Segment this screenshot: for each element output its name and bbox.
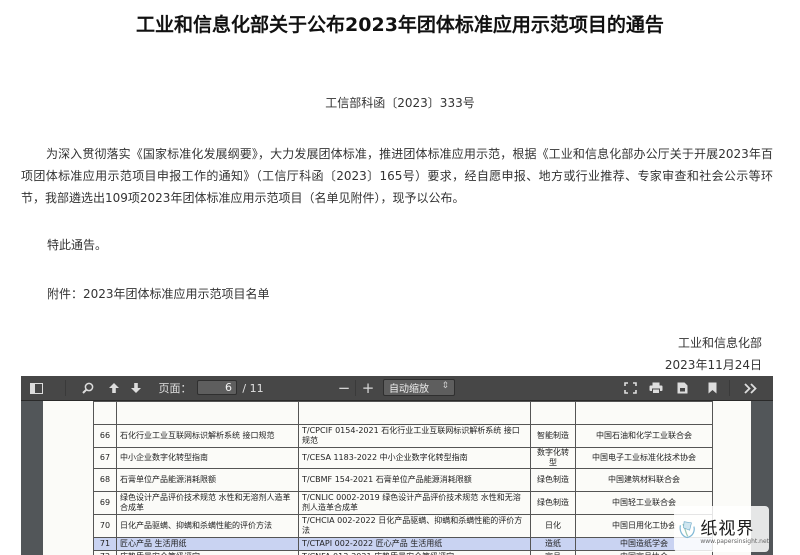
sidebar-toggle-button[interactable] <box>23 376 49 400</box>
article-title: 工业和信息化部关于公布2023年团体标准应用示范项目的通告 <box>136 14 664 36</box>
search-icon <box>82 382 94 394</box>
table-row: 71 匠心产品 生活用纸 T/CTAPI 002-2022 匠心产品 生活用纸 造纸中… <box>93 537 713 551</box>
table-row: 72床垫质量安全等级评定T/CNFA 013-2021 床垫质量安全等级评定家具… <box>93 550 713 555</box>
document-number: 工信部科函〔2023〕333号 <box>325 96 475 110</box>
notice-text: 特此通告。 <box>47 238 108 252</box>
next-page-icon <box>131 383 141 393</box>
table-cell-cat: 数字化转型 <box>530 447 576 469</box>
table-row: 67 中小企业数字化转型指南 T/CESA 1183-2022 中小企业数字化转型指… <box>93 447 713 469</box>
table-cell-no: 66 <box>93 424 117 448</box>
table-row: 70 日化产品驱螨、抑螨和杀螨性能的评价方法 T/CHCIA 002-2022 日化… <box>93 514 713 538</box>
table-cell-org: 中国电子工业标准化技术协会 <box>575 447 713 469</box>
table-cell-no: 67 <box>93 447 117 469</box>
table-row: 66 石化行业工业互联网标识解析系统 接口规范 T/CPCIF 0154-2021 … <box>93 424 713 448</box>
zoom-select[interactable]: 自动缩放 ⇕ <box>383 379 455 396</box>
presentation-mode-button[interactable] <box>619 376 641 400</box>
bookmark-button[interactable] <box>701 376 723 400</box>
watermark-logo: 纸视界 www.papersinsight.net <box>674 506 769 552</box>
save-button[interactable] <box>671 376 693 400</box>
signer: 工业和信息化部 <box>677 336 762 350</box>
page-total: / 11 <box>242 381 264 395</box>
sidebar-toggle-icon <box>29 382 43 394</box>
table-cell-std: T/CTAPI 002-2022 匠心产品 生活用纸 <box>298 537 531 551</box>
table-cell-org: 中国建筑材料联合会 <box>575 468 713 492</box>
previous-page-button[interactable] <box>103 376 125 400</box>
table-cell-name: 绿色设计产品评价技术规范 水性和无溶剂人造革合成革 <box>116 491 299 515</box>
sign-date: 2023年11月24日 <box>664 358 762 372</box>
zoom-value: 自动缩放 <box>389 384 429 395</box>
paper-globe-icon <box>679 521 695 539</box>
table-cell-cat: 家具 <box>530 550 576 555</box>
table-cell-std: T/CPCIF 0154-2021 石化行业工业互联网标识解析系统 接口规范 <box>298 424 531 448</box>
zoom-in-button[interactable]: + <box>359 376 377 400</box>
table-row <box>93 401 713 425</box>
table-cell-cat: 绿色制造 <box>530 468 576 492</box>
save-icon <box>677 382 687 394</box>
table-cell-no: 71 <box>93 537 117 551</box>
table-cell-no: 68 <box>93 468 117 492</box>
table-cell-name: 床垫质量安全等级评定 <box>116 550 299 555</box>
pdf-toolbar: 页面： / 11 − + 自动缩放 ⇕ <box>21 376 773 401</box>
zoom-out-button[interactable]: − <box>335 376 353 400</box>
table-cell-org: 中国石油和化学工业联合会 <box>575 424 713 448</box>
table-cell-std: T/CBMF 154-2021 石膏单位产品能源消耗限额 <box>298 468 531 492</box>
table-cell-std: T/CESA 1183-2022 中小企业数字化转型指南 <box>298 447 531 469</box>
tools-button[interactable] <box>735 376 765 400</box>
table-row: 68 石膏单位产品能源消耗限额 T/CBMF 154-2021 石膏单位产品能源消耗… <box>93 468 713 492</box>
table-cell-no: 69 <box>93 491 117 515</box>
search-button[interactable] <box>77 376 99 400</box>
pdf-viewer: 页面： / 11 − + 自动缩放 ⇕ <box>21 376 773 555</box>
table-cell-std: T/CNLIC 0002-2019 绿色设计产品评价技术规范 水性和无溶剂人造革… <box>298 491 531 515</box>
bookmark-icon <box>708 382 716 394</box>
project-table: 66 石化行业工业互联网标识解析系统 接口规范 T/CPCIF 0154-2021 … <box>93 401 713 555</box>
attachment-text: 附件：2023年团体标准应用示范项目名单 <box>47 287 270 301</box>
table-cell-std: T/CNFA 013-2021 床垫质量安全等级评定 <box>298 550 531 555</box>
table-cell-name: 石膏单位产品能源消耗限额 <box>116 468 299 492</box>
table-cell-name: 石化行业工业互联网标识解析系统 接口规范 <box>116 424 299 448</box>
table-cell-name: 中小企业数字化转型指南 <box>116 447 299 469</box>
watermark-url: www.papersinsight.net <box>700 537 769 545</box>
pdf-page: 66 石化行业工业互联网标识解析系统 接口规范 T/CPCIF 0154-2021 … <box>43 401 751 555</box>
chevron-updown-icon: ⇕ <box>441 381 449 391</box>
table-cell-std: T/CHCIA 002-2022 日化产品驱螨、抑螨和杀螨性能的评价方法 <box>298 514 531 538</box>
page-label: 页面： <box>158 382 192 395</box>
next-page-button[interactable] <box>125 376 147 400</box>
table-cell-cat: 智能制造 <box>530 424 576 448</box>
table-cell-cat: 绿色制造 <box>530 491 576 515</box>
table-cell-no: 70 <box>93 514 117 538</box>
watermark-name: 纸视界 <box>700 518 755 539</box>
table-cell-name: 匠心产品 生活用纸 <box>116 537 299 551</box>
page-number-input[interactable] <box>197 380 237 395</box>
table-cell-no: 72 <box>93 550 117 555</box>
table-row: 69 绿色设计产品评价技术规范 水性和无溶剂人造革合成革 T/CNLIC 0002-… <box>93 491 713 515</box>
body-paragraph: 为深入贯彻落实《国家标准化发展纲要》，大力发展团体标准，推进团体标准应用示范，根… <box>21 147 773 205</box>
previous-page-icon <box>109 383 119 393</box>
table-cell-name: 日化产品驱螨、抑螨和杀螨性能的评价方法 <box>116 514 299 538</box>
print-button[interactable] <box>645 376 667 400</box>
presentation-mode-icon <box>623 382 637 394</box>
table-cell-cat: 日化 <box>530 514 576 538</box>
print-icon <box>649 382 663 394</box>
tools-icon <box>743 382 757 394</box>
table-cell-cat: 造纸 <box>530 537 576 551</box>
